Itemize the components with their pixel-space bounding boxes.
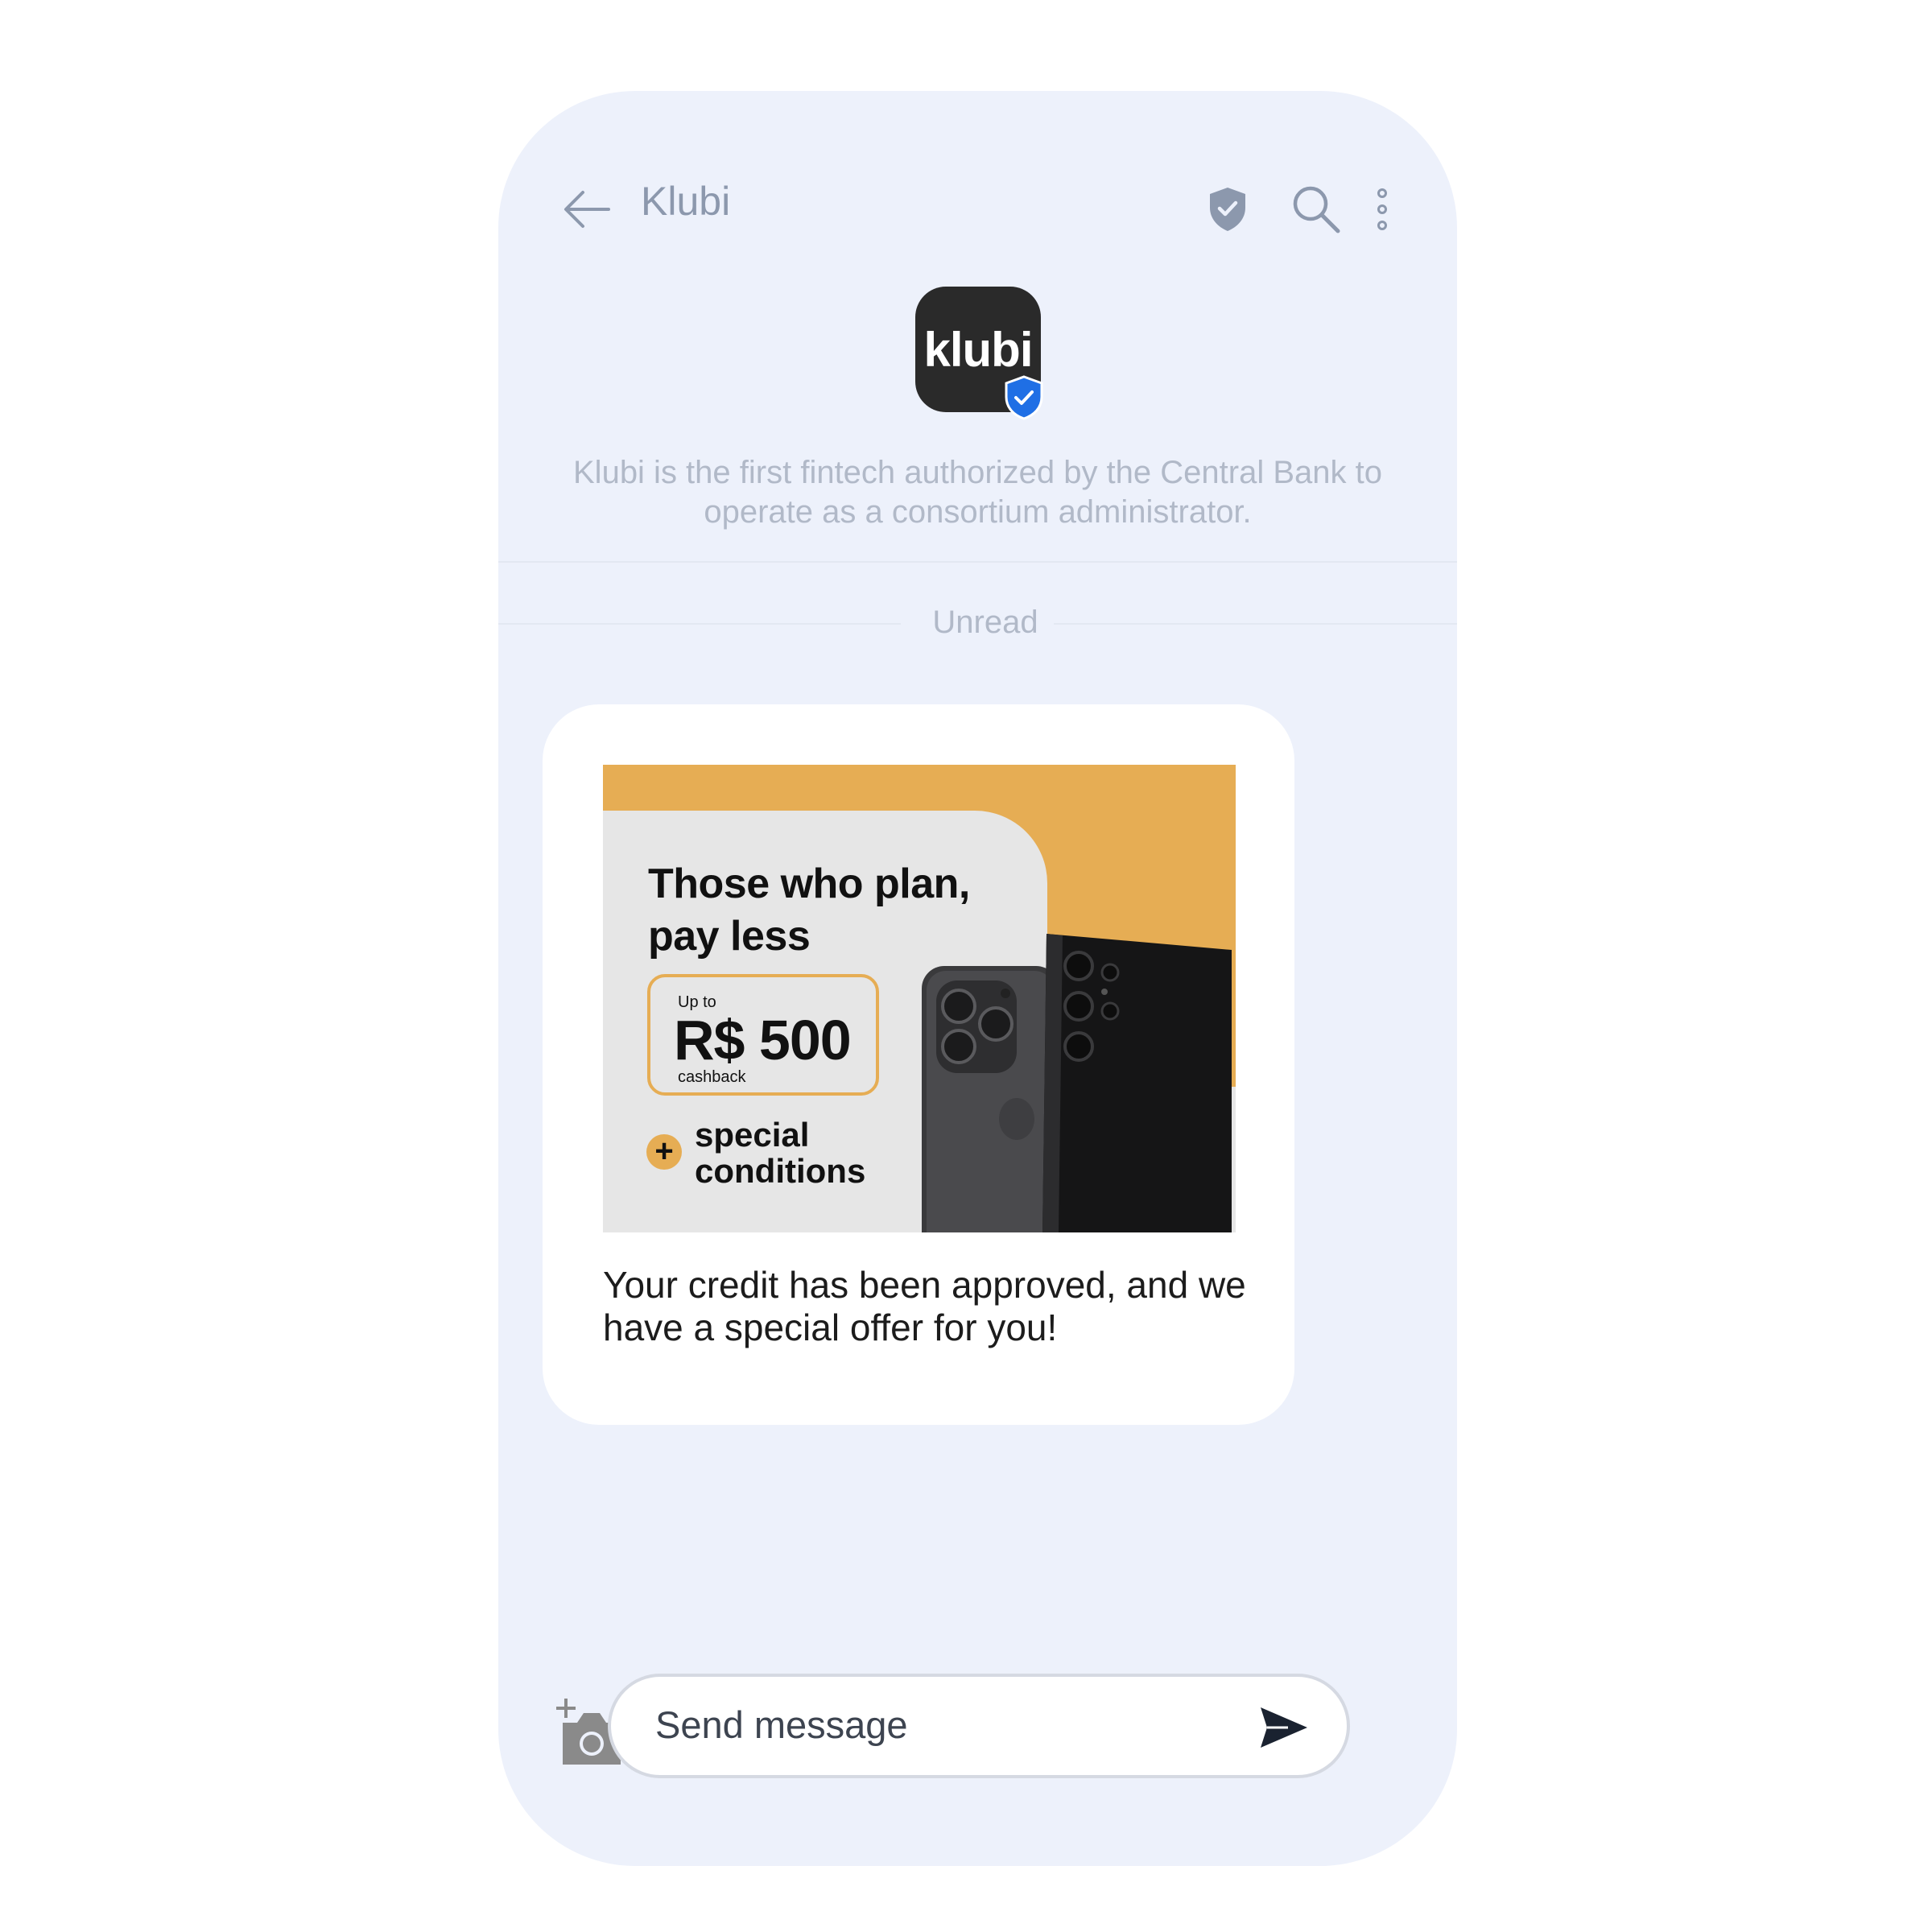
back-button[interactable] — [559, 181, 615, 237]
send-button[interactable] — [1259, 1706, 1309, 1749]
search-icon — [1293, 186, 1340, 233]
conversation-title: Klubi — [641, 179, 731, 224]
cashback-amount: R$ 500 — [674, 1009, 852, 1071]
message-input[interactable]: Send message — [608, 1674, 1350, 1778]
message-input-placeholder: Send message — [655, 1703, 908, 1746]
verified-sender-button[interactable] — [1199, 180, 1257, 238]
headline-line-1: Those who plan, — [648, 861, 970, 907]
verified-shield-icon — [1005, 375, 1043, 420]
sender-description: Klubi is the first fintech authorized by… — [573, 455, 1382, 530]
top-app-bar: Klubi — [498, 91, 1457, 268]
unread-divider-right — [1054, 623, 1457, 625]
smartphones-image — [922, 934, 1232, 1232]
plus-badge: + — [646, 1134, 682, 1170]
send-icon — [1261, 1707, 1307, 1748]
special-line-1: special — [695, 1116, 810, 1154]
unread-divider-left — [498, 623, 901, 625]
special-line-2: conditions — [695, 1152, 866, 1190]
cashback-suffix: cashback — [678, 1068, 746, 1086]
message-bubble[interactable]: Those who plan, pay less Up to R$ 500 ca… — [543, 704, 1294, 1425]
unread-label: Unread — [932, 605, 1038, 640]
sender-avatar[interactable]: klubi — [915, 287, 1044, 420]
special-conditions: special conditions — [695, 1117, 865, 1189]
promo-image[interactable]: Those who plan, pay less Up to R$ 500 ca… — [603, 765, 1236, 1232]
search-button[interactable] — [1287, 180, 1345, 238]
more-vertical-icon — [1377, 188, 1387, 230]
logo-wordmark: klubi — [923, 322, 1033, 377]
message-text: Your credit has been approved, and we ha… — [603, 1264, 1246, 1348]
header-divider — [498, 561, 1457, 563]
more-options-button[interactable] — [1362, 180, 1402, 238]
arrow-left-icon — [564, 191, 610, 228]
shield-check-icon — [1210, 188, 1245, 231]
cashback-box: Up to R$ 500 cashback — [647, 974, 879, 1096]
phone-screen: Klubi klubi Klubi is the first fintech a… — [498, 91, 1457, 1866]
